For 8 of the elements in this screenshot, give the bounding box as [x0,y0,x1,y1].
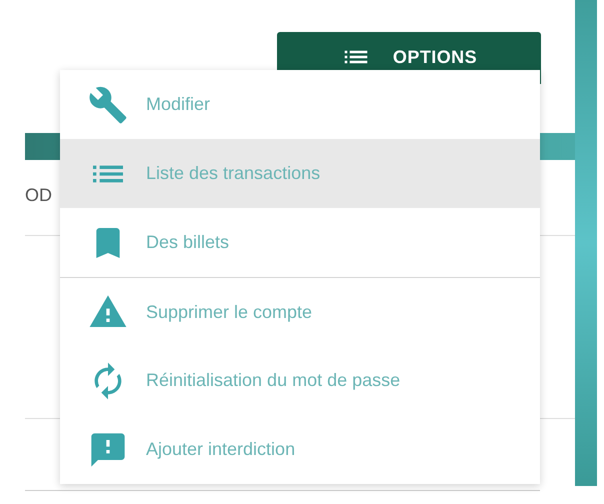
menu-item[interactable]: Ajouter interdiction [60,415,540,484]
menu-item[interactable]: Liste des transactions [60,139,540,208]
column-heading: OD [25,185,53,205]
menu-item[interactable]: Modifier [60,70,540,139]
menu-item[interactable]: Supprimer le compte [60,277,540,346]
menu-item[interactable]: Réinitialisation du mot de passe [60,346,540,415]
wrench-icon [88,84,128,124]
menu-item[interactable]: Des billets [60,208,540,277]
